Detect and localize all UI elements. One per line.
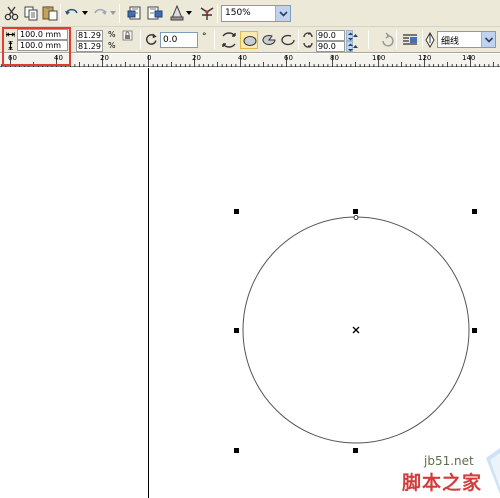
selection-handle-top-left[interactable] bbox=[234, 209, 239, 214]
selection-handle-top[interactable] bbox=[353, 209, 358, 214]
ruler-label: 20 bbox=[100, 54, 109, 62]
launcher-dropdown-icon[interactable] bbox=[186, 10, 192, 16]
redo-dropdown-icon[interactable] bbox=[110, 10, 116, 16]
watermark-site: jb51.net bbox=[424, 454, 474, 468]
paste-icon[interactable] bbox=[41, 4, 59, 22]
start-angle-field[interactable]: 90.0 bbox=[316, 30, 345, 41]
ruler-label: 100 bbox=[372, 54, 386, 62]
ruler-label: 80 bbox=[330, 54, 339, 62]
zoom-level-select[interactable]: 150% bbox=[221, 5, 291, 22]
chevron-down-icon[interactable] bbox=[481, 32, 495, 47]
canvas-shapes bbox=[148, 68, 477, 498]
selection-handle-top-right[interactable] bbox=[472, 209, 477, 214]
property-bar: 100.0 mm 100.0 mm 81.29 81.29 % % 0.0 ° … bbox=[0, 27, 500, 53]
standard-toolbar: 150% bbox=[0, 0, 500, 27]
ruler-label: 0 bbox=[147, 54, 152, 62]
scale-y-percent: % bbox=[108, 41, 116, 50]
rotation-angle-field[interactable]: 0.0 bbox=[160, 32, 198, 48]
end-angle-up-icon[interactable] bbox=[352, 41, 359, 52]
rotation-degree-symbol: ° bbox=[202, 32, 207, 42]
end-angle-field[interactable]: 90.0 bbox=[316, 41, 345, 52]
zoom-level-value: 150% bbox=[225, 8, 251, 18]
toolbar-separator bbox=[140, 30, 141, 49]
outline-pen-icon bbox=[424, 31, 436, 49]
chevron-down-icon[interactable] bbox=[275, 6, 290, 21]
arc-mode-icon[interactable] bbox=[279, 31, 297, 49]
watermark-name: 脚本之家 bbox=[402, 472, 483, 494]
toolbar-separator bbox=[60, 4, 61, 23]
toolbar-separator bbox=[214, 30, 215, 49]
mirror-icon[interactable] bbox=[220, 31, 238, 49]
end-angle-icon bbox=[302, 40, 314, 51]
toolbar-separator bbox=[396, 30, 397, 49]
scale-x-percent: % bbox=[108, 30, 116, 39]
direction-icon[interactable] bbox=[378, 31, 396, 49]
ruler-label: 60 bbox=[284, 54, 293, 62]
import-icon[interactable] bbox=[126, 4, 144, 22]
drawing-canvas[interactable] bbox=[0, 68, 500, 498]
ruler-label: 20 bbox=[192, 54, 201, 62]
selection-handle-left[interactable] bbox=[234, 328, 239, 333]
scissors-icon[interactable] bbox=[3, 4, 21, 22]
start-angle-icon bbox=[302, 29, 314, 40]
undo-icon[interactable] bbox=[63, 4, 81, 22]
undo-dropdown-icon[interactable] bbox=[82, 10, 88, 16]
outline-width-value: 细线 bbox=[441, 37, 460, 47]
rotate-icon bbox=[145, 32, 159, 46]
selection-handle-bottom[interactable] bbox=[353, 448, 358, 453]
ruler-label: 120 bbox=[418, 54, 432, 62]
outline-width-select[interactable]: 细线 bbox=[437, 31, 496, 48]
scale-y-field[interactable]: 81.29 bbox=[76, 41, 103, 52]
redo-icon[interactable] bbox=[91, 4, 109, 22]
lock-ratio-icon[interactable] bbox=[122, 30, 133, 41]
toolbar-separator bbox=[119, 4, 120, 23]
application-launcher-icon[interactable] bbox=[168, 4, 186, 22]
toolbar-separator bbox=[368, 30, 369, 49]
selection-handle-bottom-left[interactable] bbox=[234, 448, 239, 453]
ruler-label: 40 bbox=[238, 54, 247, 62]
watermark: jb51.net 脚本之家 bbox=[384, 448, 500, 498]
start-angle-up-icon[interactable] bbox=[352, 30, 359, 41]
copy-icon[interactable] bbox=[22, 4, 40, 22]
horizontal-ruler[interactable]: 60 40 20 0 20 40 60 80 100 120 140 bbox=[0, 54, 500, 67]
toolbar-separator bbox=[422, 30, 423, 49]
ellipse-node[interactable] bbox=[353, 215, 359, 220]
scale-x-field[interactable]: 81.29 bbox=[76, 30, 103, 41]
ruler-label: 140 bbox=[462, 54, 476, 62]
welcome-screen-icon[interactable] bbox=[198, 4, 216, 22]
center-mark-icon[interactable] bbox=[352, 326, 360, 334]
toolbar-separator bbox=[217, 4, 218, 23]
selection-handle-right[interactable] bbox=[472, 328, 477, 333]
ellipse-mode-icon[interactable] bbox=[240, 31, 258, 49]
toolbar-separator bbox=[298, 30, 299, 49]
watermark-corner-icon bbox=[486, 448, 500, 494]
pie-mode-icon[interactable] bbox=[260, 31, 278, 49]
export-icon[interactable] bbox=[146, 4, 164, 22]
size-highlight-box bbox=[2, 27, 71, 66]
wrap-text-icon[interactable] bbox=[401, 31, 419, 49]
